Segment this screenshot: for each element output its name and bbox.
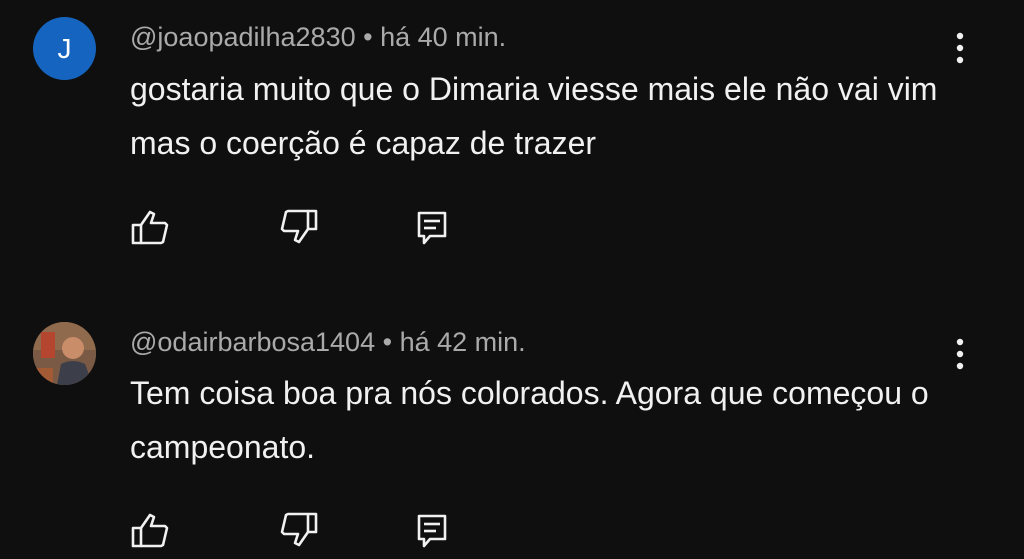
comment-time: há 42 min.	[399, 327, 526, 357]
comment-text: Tem coisa boa pra nós colorados. Agora q…	[130, 375, 929, 465]
comment-time: há 40 min.	[380, 22, 507, 52]
more-options-icon[interactable]	[948, 28, 972, 68]
comment-actions	[0, 205, 1024, 251]
comment-item: @odairbarbosa1404 • há 42 min. Tem coisa…	[0, 300, 1024, 559]
comment-item: J @joaopadilha2830 • há 40 min. gostaria…	[0, 0, 1024, 290]
avatar[interactable]	[33, 322, 96, 385]
avatar-letter: J	[57, 32, 72, 64]
comment-text: gostaria muito que o Dimaria viesse mais…	[130, 71, 938, 161]
comment-meta: @odairbarbosa1404 • há 42 min.	[130, 327, 526, 358]
meta-separator: •	[363, 22, 373, 52]
comment-actions	[0, 508, 1024, 554]
author-handle[interactable]: @odairbarbosa1404	[130, 327, 375, 357]
thumbs-down-icon[interactable]	[275, 508, 321, 554]
avatar-photo	[33, 322, 96, 385]
author-handle[interactable]: @joaopadilha2830	[130, 22, 356, 52]
thumbs-down-icon[interactable]	[275, 205, 321, 251]
meta-separator: •	[382, 327, 393, 357]
avatar[interactable]: J	[33, 17, 96, 80]
comment-meta: @joaopadilha2830 • há 40 min.	[130, 22, 506, 53]
thumbs-up-icon[interactable]	[128, 508, 174, 554]
reply-icon[interactable]	[410, 205, 456, 251]
more-options-icon[interactable]	[948, 334, 972, 374]
reply-icon[interactable]	[410, 508, 456, 554]
thumbs-up-icon[interactable]	[128, 205, 174, 251]
